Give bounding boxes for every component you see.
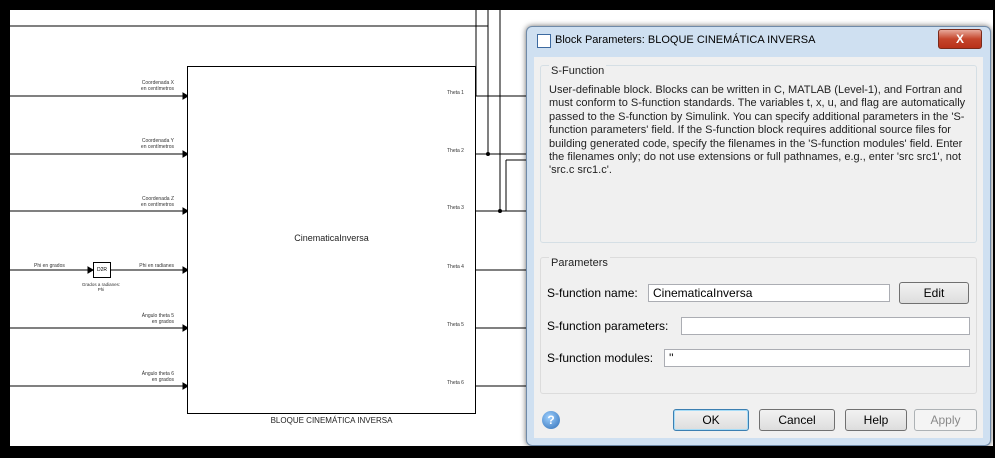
simulink-app-icon: [537, 34, 551, 48]
input-label-theta6: Ángulo theta 6 en grados: [141, 371, 174, 383]
sfunction-modules-field[interactable]: '': [664, 349, 970, 367]
block-parameters-dialog: Block Parameters: BLOQUE CINEMÁTICA INVE…: [526, 26, 991, 446]
sfunction-modules-label: S-function modules:: [547, 351, 654, 365]
sfunction-parameters-field[interactable]: [681, 317, 970, 335]
sfunction-group-title: S-Function: [549, 65, 607, 77]
sfunction-block[interactable]: CinematicaInversa: [187, 66, 476, 414]
output-theta3: Theta 3: [447, 205, 464, 211]
dialog-client: S-Function User-definable block. Blocks …: [534, 57, 983, 438]
edit-button[interactable]: Edit: [899, 282, 969, 304]
apply-button[interactable]: Apply: [914, 409, 977, 431]
sfunction-name-label: S-function name:: [547, 286, 638, 300]
output-theta2: Theta 2: [447, 148, 464, 154]
parameters-group-title: Parameters: [549, 257, 610, 269]
input-label-theta5: Ángulo theta 5 en grados: [141, 313, 174, 325]
ok-button[interactable]: OK: [673, 409, 749, 431]
input-label-z: Coordenada Z en centímetros: [140, 196, 174, 208]
input-label-x: Coordenada X en centímetros: [140, 80, 174, 92]
output-theta1: Theta 1: [447, 90, 464, 96]
block-caption: BLOQUE CINEMÁTICA INVERSA: [270, 416, 393, 425]
phi-source-label: Phi en grados: [34, 263, 65, 269]
sfunction-name-field[interactable]: CinematicaInversa: [648, 284, 890, 302]
input-label-phi-rad: Phi en radianes: [139, 263, 174, 269]
dialog-titlebar[interactable]: Block Parameters: BLOQUE CINEMÁTICA INVE…: [527, 27, 990, 53]
dialog-title: Block Parameters: BLOQUE CINEMÁTICA INVE…: [555, 34, 816, 46]
cancel-button[interactable]: Cancel: [759, 409, 835, 431]
output-theta5: Theta 5: [447, 322, 464, 328]
parameters-group: Parameters S-function name: CinematicaIn…: [540, 257, 977, 394]
sfunction-description: User-definable block. Blocks can be writ…: [549, 84, 966, 177]
output-theta6: Theta 6: [447, 380, 464, 386]
input-label-y: Coordenada Y en centímetros: [140, 138, 174, 150]
close-button[interactable]: X: [938, 29, 982, 49]
sfunction-parameters-label: S-function parameters:: [547, 319, 669, 333]
d2r-block[interactable]: D2R: [93, 262, 111, 278]
help-button[interactable]: Help: [845, 409, 907, 431]
d2r-caption: Grados a radianes: Phi: [81, 282, 121, 292]
output-theta4: Theta 4: [447, 264, 464, 270]
sfunction-block-name: CinematicaInversa: [294, 233, 369, 243]
sfunction-group: S-Function User-definable block. Blocks …: [540, 65, 977, 243]
help-icon[interactable]: ?: [542, 411, 560, 429]
